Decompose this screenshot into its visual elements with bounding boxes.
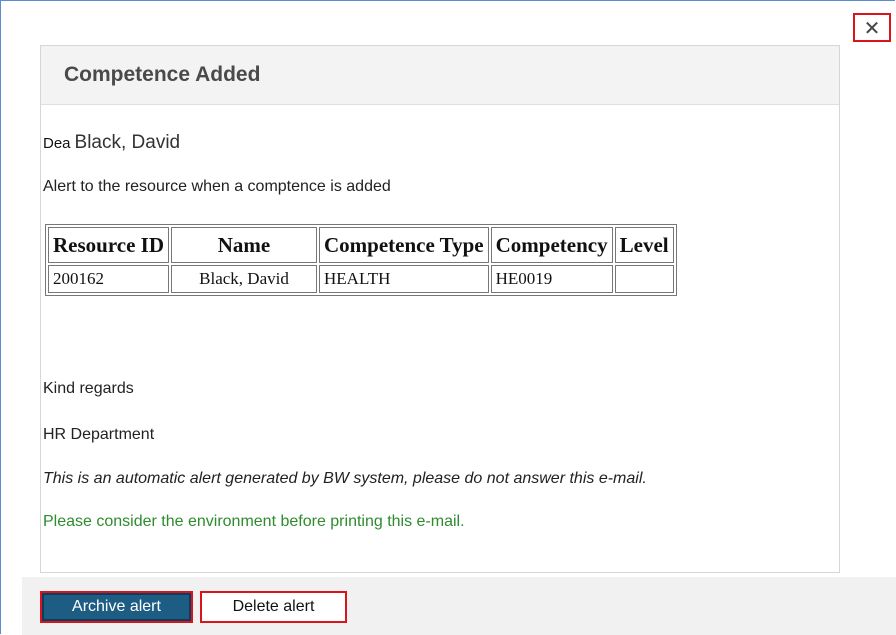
recipient-name: Black, David <box>74 132 181 153</box>
column-header-level: Level <box>614 227 674 263</box>
table-row: 200162 Black, David HEALTH HE0019 <box>48 265 674 293</box>
table-header-row: Resource ID Name Competence Type Compete… <box>48 227 674 263</box>
department-text: HR Department <box>43 426 155 443</box>
salutation: Dea Black, David <box>43 132 180 154</box>
closing-text: Kind regards <box>43 380 134 397</box>
cell-competency: HE0019 <box>490 265 613 293</box>
salutation-greeting: Dea <box>43 135 71 152</box>
resource-table: Resource ID Name Competence Type Compete… <box>45 224 677 296</box>
cell-level <box>614 265 674 293</box>
cell-resource-id: 200162 <box>48 265 170 293</box>
dialog-title: Competence Added <box>41 46 839 105</box>
alert-description: Alert to the resource when a comptence i… <box>43 178 391 195</box>
delete-alert-button[interactable]: Delete alert <box>200 591 347 623</box>
cell-competence-type: HEALTH <box>319 265 489 293</box>
column-header-resource-id: Resource ID <box>48 227 170 263</box>
dialog-footer: Archive alert Delete alert <box>22 577 896 635</box>
archive-alert-button[interactable]: Archive alert <box>40 591 193 623</box>
close-icon[interactable]: ✕ <box>853 13 891 42</box>
column-header-competence-type: Competence Type <box>319 227 489 263</box>
cell-name: Black, David <box>171 265 318 293</box>
environment-note: Please consider the environment before p… <box>43 513 465 530</box>
column-header-competency: Competency <box>490 227 613 263</box>
alert-dialog: Competence Added Dea Black, David Alert t… <box>40 45 840 573</box>
automatic-alert-note: This is an automatic alert generated by … <box>43 470 647 487</box>
column-header-name: Name <box>171 227 318 263</box>
